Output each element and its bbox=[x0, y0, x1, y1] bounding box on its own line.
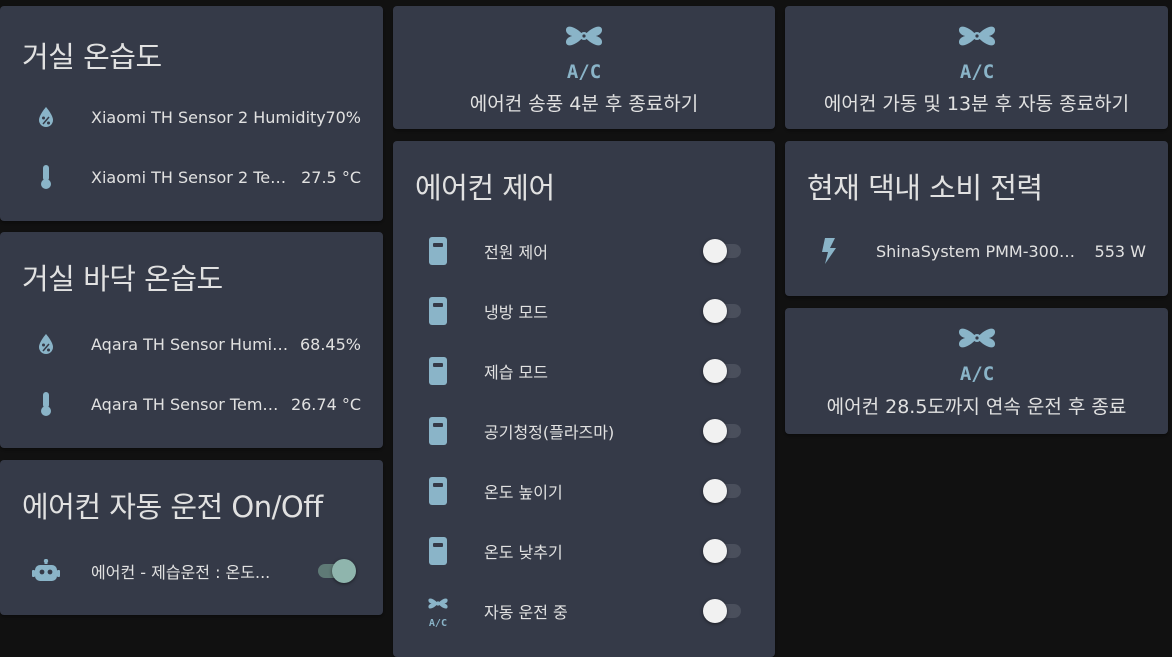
card-title: 현재 댁내 소비 전력 bbox=[807, 171, 1043, 205]
remote-icon bbox=[422, 355, 454, 387]
entity-row-dehumidify[interactable]: 제습 모드 bbox=[393, 351, 775, 391]
thermometer-icon bbox=[30, 161, 62, 193]
entity-name: Xiaomi TH Sensor 2 Temperature bbox=[91, 167, 297, 187]
entity-name: 온도 높이기 bbox=[484, 483, 563, 502]
entity-value: 553 W bbox=[1094, 241, 1146, 261]
air-conditioner-icon: A/C bbox=[560, 20, 608, 84]
entity-row-temperature[interactable]: Xiaomi TH Sensor 2 Temperature 27.5 °C bbox=[0, 157, 383, 197]
entity-row-power-meter[interactable]: ShinaSystem PMM-300Z1 Power 553 W bbox=[785, 231, 1168, 271]
entity-row-power[interactable]: 전원 제어 bbox=[393, 231, 775, 271]
entity-row-temperature[interactable]: Aqara TH Sensor Temperature 26.74 °C bbox=[0, 384, 383, 424]
card-title: 에어컨 제어 bbox=[415, 171, 555, 205]
card-title: 에어컨 자동 운전 On/Off bbox=[22, 490, 323, 524]
entity-row-automation[interactable]: 에어컨 - 제습운전 : 온도... bbox=[0, 551, 383, 591]
entity-name: 온도 낮추기 bbox=[484, 543, 563, 562]
card-title: 거실 바닥 온습도 bbox=[22, 262, 223, 296]
entity-row-humidity[interactable]: Xiaomi TH Sensor 2 Humidity 70% bbox=[0, 97, 383, 137]
card-title: 거실 온습도 bbox=[22, 40, 162, 74]
water-percent-icon bbox=[30, 101, 62, 133]
water-percent-icon bbox=[30, 328, 62, 360]
entity-value: 68.45% bbox=[299, 334, 361, 354]
switch-toggle[interactable] bbox=[703, 239, 743, 263]
run-until-temp-button[interactable]: A/C 에어컨 28.5도까지 연속 운전 후 종료 bbox=[785, 308, 1168, 434]
switch-toggle[interactable] bbox=[703, 419, 743, 443]
entity-row-air-purify[interactable]: 공기청정(플라즈마) bbox=[393, 411, 775, 451]
entity-row-temp-down[interactable]: 온도 낮추기 bbox=[393, 531, 775, 571]
button-label: 에어컨 28.5도까지 연속 운전 후 종료 bbox=[826, 396, 1127, 418]
entity-row-auto-running[interactable]: A/C 자동 운전 중 bbox=[393, 591, 775, 631]
air-conditioner-icon: A/C bbox=[953, 322, 1001, 386]
remote-icon bbox=[422, 415, 454, 447]
run-stop-button[interactable]: A/C 에어컨 가동 및 13분 후 자동 종료하기 bbox=[785, 6, 1168, 129]
button-label: 에어컨 송풍 4분 후 종료하기 bbox=[469, 93, 699, 115]
remote-icon bbox=[422, 235, 454, 267]
entity-name: 에어컨 - 제습운전 : 온도... bbox=[91, 563, 271, 582]
thermometer-icon bbox=[30, 388, 62, 420]
svg-text:A/C: A/C bbox=[959, 61, 993, 80]
entity-name: 자동 운전 중 bbox=[484, 603, 568, 622]
floor-humidity-card: 거실 바닥 온습도 Aqara TH Sensor Humidity 68.45… bbox=[0, 232, 383, 448]
button-label: 에어컨 가동 및 13분 후 자동 종료하기 bbox=[823, 93, 1130, 115]
automation-toggle[interactable] bbox=[314, 559, 356, 583]
remote-icon bbox=[422, 475, 454, 507]
air-conditioner-icon: A/C bbox=[953, 20, 1001, 84]
entity-name: Aqara TH Sensor Temperature bbox=[91, 394, 287, 414]
flash-icon bbox=[813, 235, 845, 267]
svg-text:A/C: A/C bbox=[567, 61, 601, 80]
svg-text:A/C: A/C bbox=[429, 618, 447, 627]
entity-name: Xiaomi TH Sensor 2 Humidity bbox=[91, 107, 326, 127]
switch-toggle[interactable] bbox=[703, 359, 743, 383]
ac-control-card: 에어컨 제어 전원 제어 냉방 모드 제습 모드 공기청정(플라즈마) 온도 높… bbox=[393, 141, 775, 657]
switch-toggle[interactable] bbox=[703, 599, 743, 623]
entity-name: 제습 모드 bbox=[484, 363, 548, 382]
entity-value: 27.5 °C bbox=[301, 167, 361, 187]
entity-row-cooling[interactable]: 냉방 모드 bbox=[393, 291, 775, 331]
entity-name: 냉방 모드 bbox=[484, 303, 548, 322]
entity-name: 전원 제어 bbox=[484, 243, 548, 262]
power-card: 현재 댁내 소비 전력 ShinaSystem PMM-300Z1 Power … bbox=[785, 141, 1168, 296]
living-room-humidity-card: 거실 온습도 Xiaomi TH Sensor 2 Humidity 70% X… bbox=[0, 6, 383, 221]
robot-icon bbox=[30, 555, 62, 587]
switch-toggle[interactable] bbox=[703, 539, 743, 563]
air-conditioner-icon: A/C bbox=[422, 595, 454, 627]
entity-row-temp-up[interactable]: 온도 높이기 bbox=[393, 471, 775, 511]
switch-toggle[interactable] bbox=[703, 479, 743, 503]
fan-stop-button[interactable]: A/C 에어컨 송풍 4분 후 종료하기 bbox=[393, 6, 775, 129]
auto-run-card: 에어컨 자동 운전 On/Off 에어컨 - 제습운전 : 온도... bbox=[0, 460, 383, 615]
remote-icon bbox=[422, 535, 454, 567]
entity-value: 70% bbox=[325, 107, 361, 127]
switch-toggle[interactable] bbox=[703, 299, 743, 323]
entity-row-humidity[interactable]: Aqara TH Sensor Humidity 68.45% bbox=[0, 324, 383, 364]
entity-value: 26.74 °C bbox=[290, 394, 361, 414]
svg-text:A/C: A/C bbox=[959, 363, 993, 382]
entity-name: Aqara TH Sensor Humidity bbox=[91, 334, 297, 354]
remote-icon bbox=[422, 295, 454, 327]
entity-name: 공기청정(플라즈마) bbox=[484, 423, 615, 442]
entity-name: ShinaSystem PMM-300Z1 Power bbox=[876, 241, 1084, 261]
